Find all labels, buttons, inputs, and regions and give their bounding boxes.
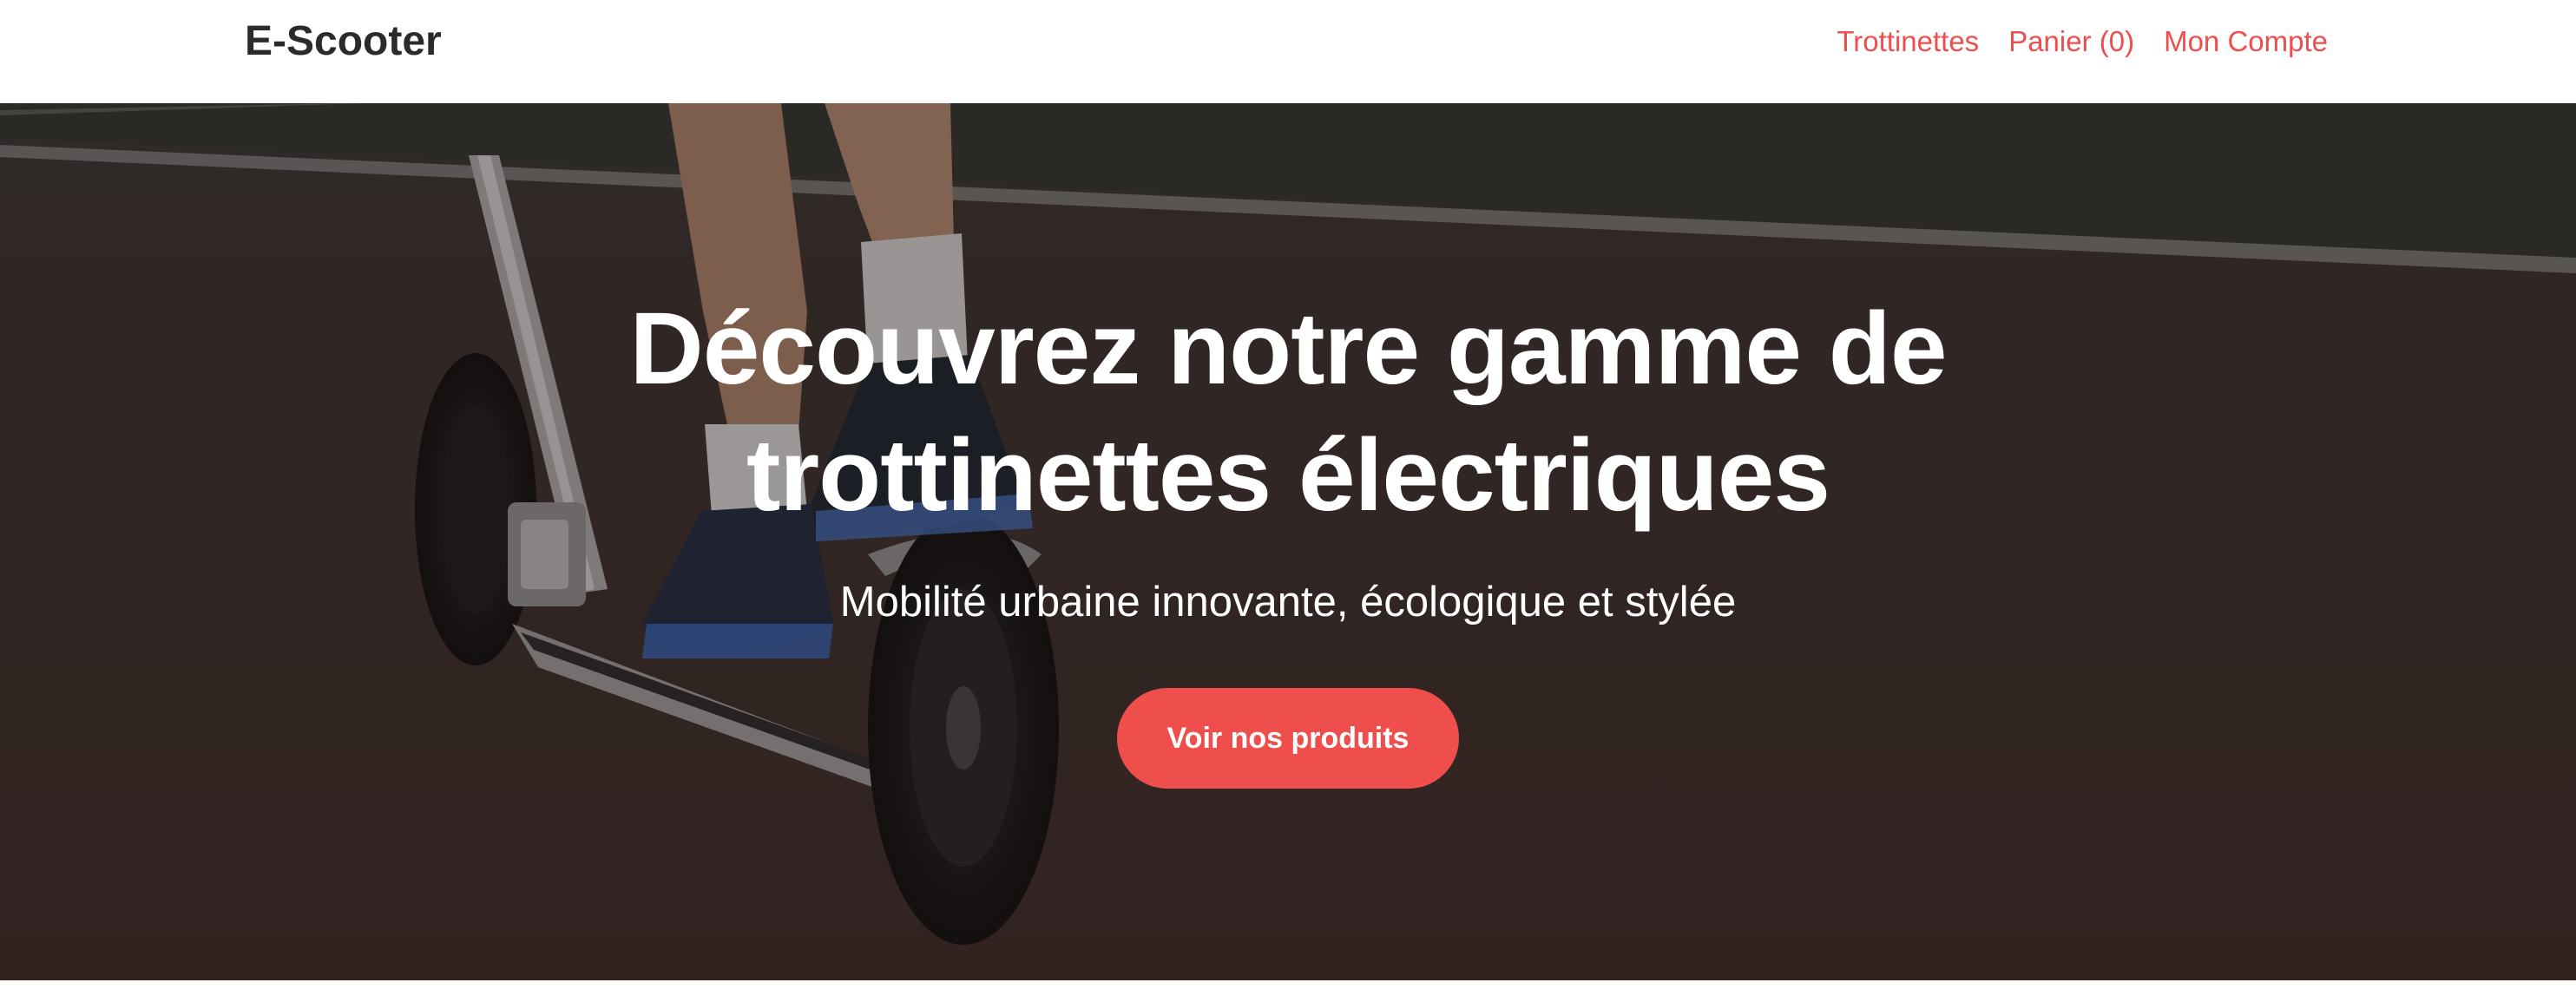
nav-link-trottinettes[interactable]: Trottinettes xyxy=(1837,23,1979,61)
hero-content: Découvrez notre gamme de trottinettes él… xyxy=(0,285,2576,789)
brand-logo[interactable]: E-Scooter xyxy=(245,17,442,66)
hero-subtitle: Mobilité urbaine innovante, écologique e… xyxy=(839,579,1737,625)
main-nav: Trottinettes Panier (0) Mon Compte xyxy=(1837,23,2328,61)
site-header: E-Scooter Trottinettes Panier (0) Mon Co… xyxy=(0,0,2576,103)
hero-title: Découvrez notre gamme de trottinettes él… xyxy=(629,291,1947,533)
hero-section: Découvrez notre gamme de trottinettes él… xyxy=(0,103,2576,980)
section-divider xyxy=(0,980,2576,989)
view-products-button[interactable]: Voir nos produits xyxy=(1117,688,1459,789)
nav-link-cart[interactable]: Panier (0) xyxy=(2008,23,2134,61)
nav-link-account[interactable]: Mon Compte xyxy=(2164,23,2328,61)
